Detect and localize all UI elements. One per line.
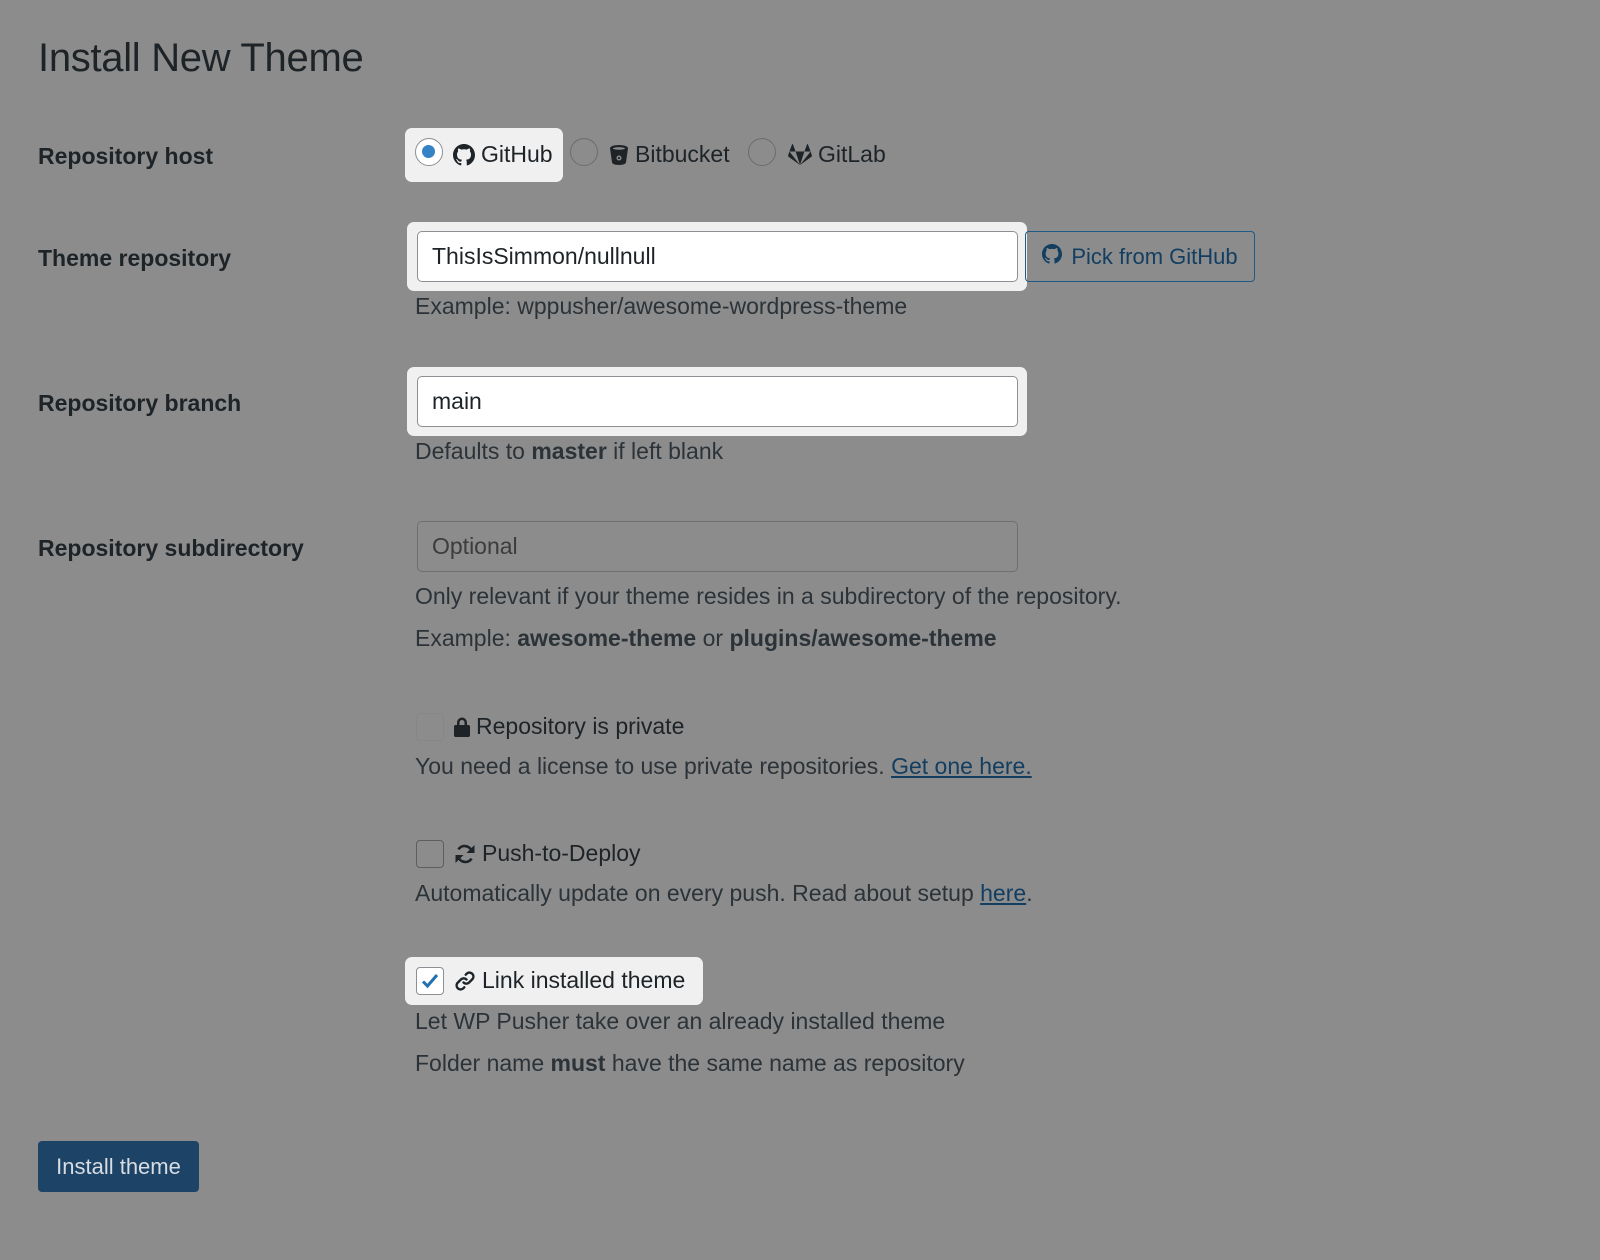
repository-subdirectory-label: Repository subdirectory	[38, 535, 304, 561]
pick-from-github-label: Pick from GitHub	[1071, 243, 1238, 269]
private-repo-option[interactable]: Repository is private	[454, 713, 684, 740]
github-radio[interactable]	[415, 138, 443, 166]
repository-subdirectory-example: Example: awesome-theme or plugins/awesom…	[415, 625, 997, 651]
setup-here-link[interactable]: here	[980, 880, 1026, 906]
theme-repository-input[interactable]: ThisIsSimmon/nullnull	[417, 231, 1018, 282]
link-installed-checkbox[interactable]	[416, 967, 444, 995]
get-license-link[interactable]: Get one here.	[891, 753, 1032, 779]
link-installed-label: Link installed theme	[482, 967, 686, 993]
bitbucket-icon	[609, 144, 629, 166]
gitlab-radio[interactable]	[748, 138, 776, 166]
repository-subdirectory-input[interactable]: Optional	[417, 521, 1018, 572]
gitlab-option[interactable]: GitLab	[788, 141, 886, 168]
checkmark-icon	[421, 974, 439, 989]
pick-from-github-button[interactable]: Pick from GitHub	[1025, 231, 1255, 282]
github-icon	[1042, 243, 1063, 270]
gitlab-icon	[788, 143, 812, 166]
github-icon	[453, 143, 475, 166]
repository-subdirectory-hint: Only relevant if your theme resides in a…	[415, 583, 1122, 609]
push-to-deploy-label: Push-to-Deploy	[482, 840, 641, 866]
link-installed-option[interactable]: Link installed theme	[454, 967, 685, 994]
push-to-deploy-option[interactable]: Push-to-Deploy	[454, 840, 641, 867]
install-theme-button[interactable]: Install theme	[38, 1141, 199, 1192]
link-installed-folder-hint: Folder name must have the same name as r…	[415, 1050, 965, 1076]
link-installed-hint: Let WP Pusher take over an already insta…	[415, 1008, 946, 1034]
theme-repository-value: ThisIsSimmon/nullnull	[432, 243, 656, 269]
private-repo-hint: You need a license to use private reposi…	[415, 753, 1032, 779]
bitbucket-label: Bitbucket	[635, 141, 730, 167]
private-repo-label: Repository is private	[476, 713, 685, 739]
repository-branch-hint: Defaults to master if left blank	[415, 438, 724, 464]
private-repo-checkbox[interactable]	[416, 713, 444, 741]
push-to-deploy-checkbox[interactable]	[416, 840, 444, 868]
theme-repository-hint: Example: wppusher/awesome-wordpress-them…	[415, 293, 908, 319]
repository-branch-input[interactable]: main	[417, 376, 1018, 427]
theme-repository-label: Theme repository	[38, 245, 231, 271]
repository-subdirectory-placeholder: Optional	[432, 533, 518, 559]
push-to-deploy-hint: Automatically update on every push. Read…	[415, 880, 1033, 906]
install-theme-label: Install theme	[56, 1153, 181, 1179]
bitbucket-radio[interactable]	[570, 138, 598, 166]
repository-host-label: Repository host	[38, 143, 214, 169]
bitbucket-option[interactable]: Bitbucket	[609, 141, 730, 168]
refresh-icon	[454, 843, 476, 865]
page-title: Install New Theme	[38, 36, 364, 80]
repository-branch-label: Repository branch	[38, 390, 242, 416]
github-option[interactable]: GitHub	[453, 141, 553, 168]
repository-branch-value: main	[432, 388, 482, 414]
lock-icon	[454, 717, 470, 737]
link-icon	[454, 970, 476, 992]
github-label: GitHub	[481, 141, 553, 167]
gitlab-label: GitLab	[818, 141, 886, 167]
